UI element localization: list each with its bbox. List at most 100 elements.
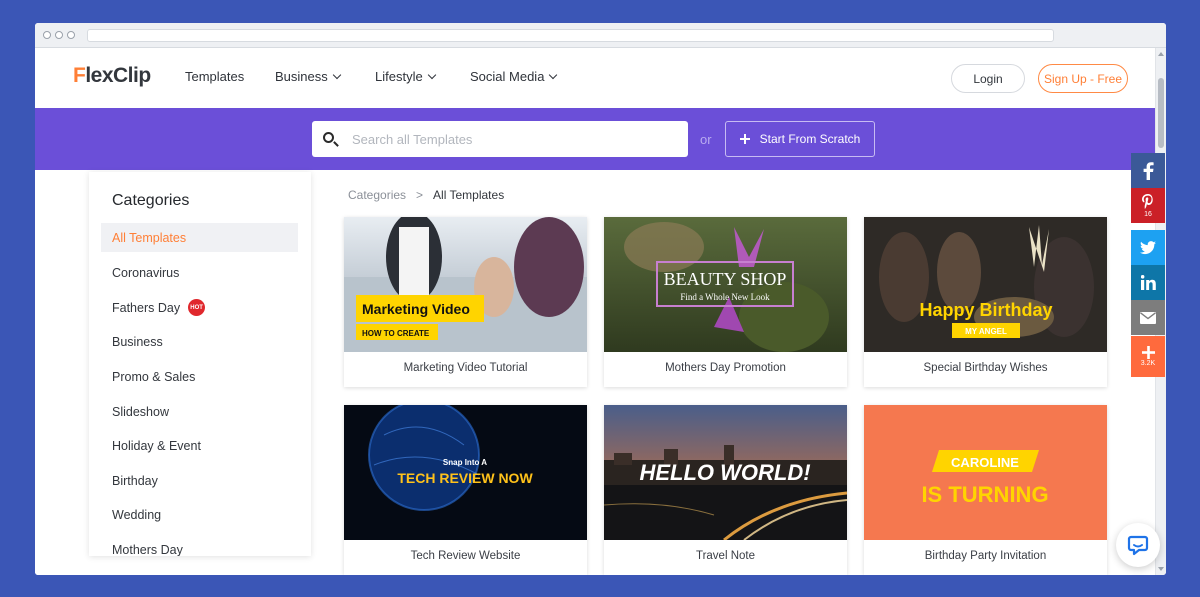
nav-label: Templates [185,69,245,84]
template-card-mothers-day[interactable]: BEAUTY SHOP Find a Whole New Look Mother… [604,217,847,387]
sidebar-item-coronavirus[interactable]: Coronavirus [101,258,298,287]
birthday-party-image: Happy Birthday MY ANGEL [864,217,1107,352]
email-icon [1140,311,1156,324]
chat-icon [1127,535,1149,556]
start-from-scratch-button[interactable]: Start From Scratch [725,121,875,157]
nav-templates[interactable]: Templates [185,69,244,84]
categories-sidebar: Categories All Templates Coronavirus Fat… [89,172,311,556]
search-box[interactable] [312,121,688,157]
sidebar-item-birthday[interactable]: Birthday [101,466,298,495]
search-icon[interactable] [323,132,334,143]
beauty-shop-image: BEAUTY SHOP Find a Whole New Look [604,217,847,352]
template-title[interactable]: Tech Review Website [344,541,587,571]
nav-business[interactable]: Business [275,69,341,84]
template-card-travel-note[interactable]: HELLO WORLD! Travel Note [604,405,847,575]
scroll-down-icon[interactable] [1158,567,1164,571]
share-email-button[interactable] [1131,300,1165,335]
template-card-birthday-wishes[interactable]: Happy Birthday MY ANGEL Special Birthday… [864,217,1107,387]
breadcrumb: Categories > All Templates [348,188,504,202]
nav-label: Business [275,69,328,84]
template-title[interactable]: Special Birthday Wishes [864,353,1107,383]
template-card-marketing-video[interactable]: Marketing Video HOW TO CREATE Marketing … [344,217,587,387]
overlay-subtitle: HOW TO CREATE [362,329,430,338]
scrollbar-thumb[interactable] [1158,78,1164,148]
sidebar-item-label: Fathers Day [112,300,181,315]
nav-label: Lifestyle [375,69,423,84]
marketing-video-image: Marketing Video HOW TO CREATE [344,217,587,352]
nav-lifestyle[interactable]: Lifestyle [375,69,436,84]
page-viewport: FlexClip Templates Business Lifestyle So… [35,48,1155,575]
logo-text: lexClip [85,64,151,87]
sidebar-item-label: Holiday & Event [112,438,201,453]
template-thumbnail[interactable]: CAROLINE IS TURNING [864,405,1107,540]
plus-icon [739,134,750,144]
twitter-icon [1140,240,1156,254]
share-pinterest-button[interactable]: 16 [1131,188,1165,223]
breadcrumb-separator: > [416,188,424,202]
address-bar[interactable] [87,29,1054,42]
share-linkedin-button[interactable] [1131,265,1165,300]
search-banner: or Start From Scratch [35,108,1155,170]
sidebar-item-mothers-day[interactable]: Mothers Day [101,535,298,557]
overlay-title: Marketing Video [362,301,470,317]
chevron-down-icon [549,70,558,80]
window-dot [43,31,51,39]
template-thumbnail[interactable]: Snap Into A TECH REVIEW NOW [344,405,587,540]
sidebar-item-holiday-event[interactable]: Holiday & Event [101,431,298,460]
sidebar-item-wedding[interactable]: Wedding [101,500,298,529]
share-twitter-button[interactable] [1131,230,1165,265]
sidebar-item-label: Business [112,334,163,349]
overlay-title: Happy Birthday [919,300,1052,320]
sidebar-item-label: Wedding [112,507,162,522]
template-thumbnail[interactable]: HELLO WORLD! [604,405,847,540]
template-title[interactable]: Travel Note [604,541,847,571]
chevron-down-icon [332,70,341,80]
breadcrumb-current: All Templates [433,188,505,202]
template-thumbnail[interactable]: BEAUTY SHOP Find a Whole New Look [604,217,847,352]
chat-widget-button[interactable] [1116,523,1160,567]
sidebar-item-fathers-day[interactable]: Fathers Day HOT [101,293,298,322]
overlay-subtitle: Snap Into A [443,458,487,467]
share-more-button[interactable]: 3.2K [1131,336,1165,377]
birthday-invite-image: CAROLINE IS TURNING [864,405,1107,540]
sidebar-item-label: Coronavirus [112,265,180,280]
site-header: FlexClip Templates Business Lifestyle So… [35,48,1155,107]
template-card-birthday-invitation[interactable]: CAROLINE IS TURNING Birthday Party Invit… [864,405,1107,575]
linkedin-icon [1140,275,1156,290]
sidebar-item-label: Slideshow [112,404,169,419]
template-thumbnail[interactable]: Happy Birthday MY ANGEL [864,217,1107,352]
chevron-down-icon [427,70,436,80]
sidebar-item-business[interactable]: Business [101,327,298,356]
browser-chrome [35,23,1166,48]
share-facebook-button[interactable] [1131,153,1165,188]
signup-button[interactable]: Sign Up - Free [1038,64,1128,93]
template-card-tech-review[interactable]: Snap Into A TECH REVIEW NOW Tech Review … [344,405,587,575]
sidebar-item-label: Promo & Sales [112,369,196,384]
sidebar-item-label: All Templates [112,230,187,245]
nav-label: Social Media [470,69,545,84]
sidebar-item-slideshow[interactable]: Slideshow [101,397,298,426]
nav-social-media[interactable]: Social Media [470,69,558,84]
breadcrumb-root[interactable]: Categories [348,188,406,202]
overlay-subtitle: CAROLINE [951,455,1019,470]
template-thumbnail[interactable]: Marketing Video HOW TO CREATE [344,217,587,352]
facebook-icon [1143,161,1154,180]
overlay-subtitle: MY ANGEL [965,327,1007,336]
search-input[interactable] [352,121,672,157]
city-night-image: HELLO WORLD! [604,405,847,540]
tech-review-image: Snap Into A TECH REVIEW NOW [344,405,587,540]
sidebar-item-all-templates[interactable]: All Templates [101,223,298,252]
window-dot [67,31,75,39]
flexclip-logo[interactable]: FlexClip [73,64,151,88]
overlay-title: TECH REVIEW NOW [397,470,533,486]
overlay-title: HELLO WORLD! [639,460,810,485]
template-title[interactable]: Marketing Video Tutorial [344,353,587,383]
login-button[interactable]: Login [951,64,1025,93]
sidebar-item-label: Mothers Day [112,542,183,557]
template-title[interactable]: Mothers Day Promotion [604,353,847,383]
pinterest-share-count: 16 [1144,210,1152,218]
plus-share-icon [1141,346,1155,359]
template-title[interactable]: Birthday Party Invitation [864,541,1107,571]
sidebar-item-promo-sales[interactable]: Promo & Sales [101,362,298,391]
scroll-up-icon[interactable] [1158,52,1164,56]
